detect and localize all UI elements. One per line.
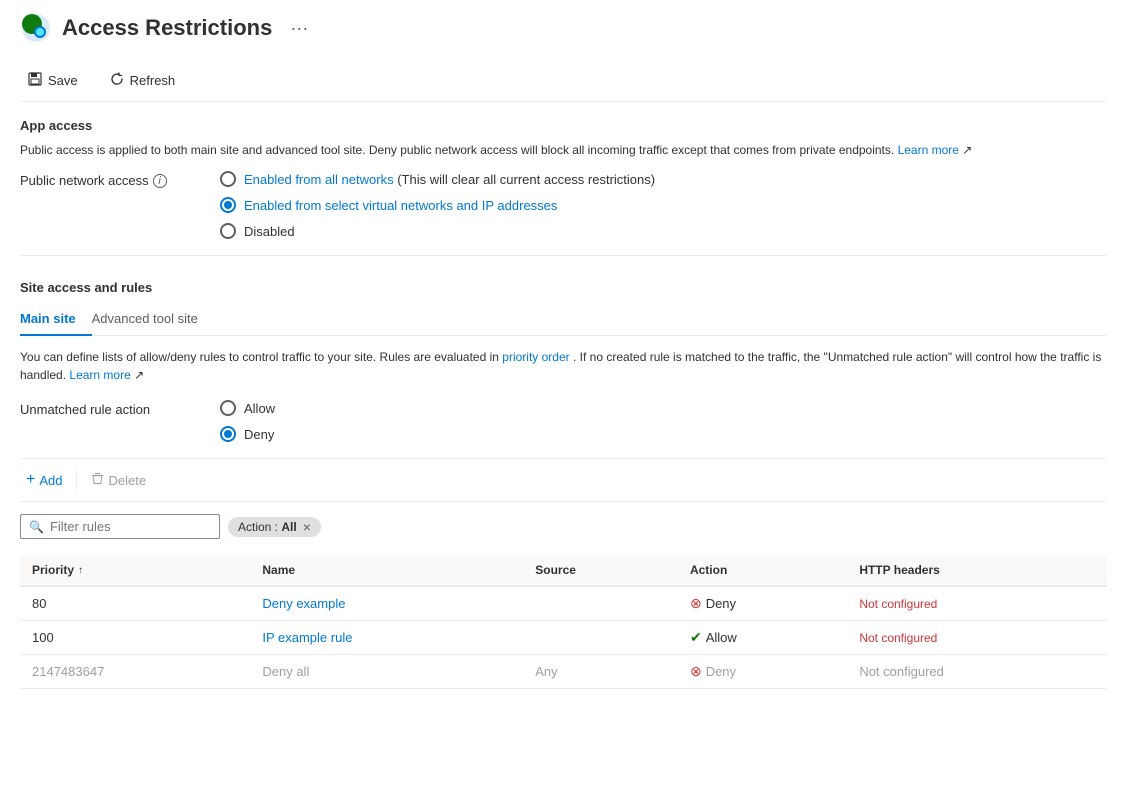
add-icon: + — [26, 471, 35, 489]
row1-source — [523, 586, 678, 621]
row1-action: ⊗ Deny — [678, 586, 847, 621]
action-filter-prefix: Action : All — [238, 520, 297, 534]
row3-name: Deny all — [250, 655, 523, 689]
radio-allow — [220, 400, 236, 416]
row2-priority: 100 — [20, 621, 250, 655]
public-network-field: Public network access i Enabled from all… — [20, 171, 1107, 239]
section-divider — [20, 255, 1107, 256]
row3-action: ⊗ Deny — [678, 655, 847, 689]
network-option-disabled[interactable]: Disabled — [220, 223, 655, 239]
network-option-all[interactable]: Enabled from all networks (This will cle… — [220, 171, 655, 187]
app-icon — [20, 12, 52, 44]
radio-select — [220, 197, 236, 213]
actions-separator — [76, 470, 77, 490]
tab-main-site[interactable]: Main site — [20, 303, 92, 336]
more-options-button[interactable]: ··· — [290, 18, 308, 39]
site-access-learn-more[interactable]: Learn more — [69, 368, 130, 382]
refresh-icon — [110, 72, 124, 89]
site-access-title: Site access and rules — [20, 280, 1107, 295]
table-row[interactable]: 2147483647 Deny all Any ⊗ Deny — [20, 655, 1107, 689]
col-name: Name — [250, 555, 523, 586]
radio-disabled — [220, 223, 236, 239]
row2-name-link[interactable]: IP example rule — [262, 630, 352, 645]
actions-bar: + Add Delete — [20, 458, 1107, 502]
filter-input-wrapper: 🔍 — [20, 514, 220, 539]
delete-button[interactable]: Delete — [85, 468, 152, 492]
unmatched-rule-options: Allow Deny — [220, 400, 275, 442]
network-option-select[interactable]: Enabled from select virtual networks and… — [220, 197, 655, 213]
row2-http-headers: Not configured — [847, 621, 1107, 655]
deny-icon-muted: ⊗ — [690, 663, 702, 680]
table-header-row: Priority ↑ Name Source Action HTTP he — [20, 555, 1107, 586]
page-title: Access Restrictions — [62, 15, 272, 41]
unmatched-deny[interactable]: Deny — [220, 426, 275, 442]
row1-name-link[interactable]: Deny example — [262, 596, 345, 611]
action-filter-close[interactable]: × — [303, 519, 311, 535]
unmatched-rule-label: Unmatched rule action — [20, 400, 200, 417]
row1-name: Deny example — [250, 586, 523, 621]
col-priority[interactable]: Priority ↑ — [20, 555, 250, 586]
deny-icon: ⊗ — [690, 595, 702, 612]
filter-bar: 🔍 Action : All × — [20, 514, 1107, 539]
row3-source: Any — [523, 655, 678, 689]
row2-action: ✔ Allow — [678, 621, 847, 655]
save-button[interactable]: Save — [20, 68, 86, 93]
save-label: Save — [48, 73, 78, 88]
filter-input[interactable] — [50, 519, 211, 534]
delete-icon — [91, 472, 104, 488]
app-access-info: Public access is applied to both main si… — [20, 141, 1107, 159]
add-button[interactable]: + Add — [20, 467, 68, 493]
unmatched-rule-field: Unmatched rule action Allow Deny — [20, 400, 1107, 442]
tab-advanced-tool-site[interactable]: Advanced tool site — [92, 303, 214, 336]
refresh-label: Refresh — [130, 73, 176, 88]
row3-priority: 2147483647 — [20, 655, 250, 689]
search-icon: 🔍 — [29, 520, 44, 534]
refresh-button[interactable]: Refresh — [102, 68, 184, 93]
row1-http-headers: Not configured — [847, 586, 1107, 621]
allow-icon: ✔ — [690, 629, 702, 646]
app-access-section: App access Public access is applied to b… — [20, 118, 1107, 239]
public-network-options: Enabled from all networks (This will cle… — [220, 171, 655, 239]
radio-all — [220, 171, 236, 187]
col-http-headers: HTTP headers — [847, 555, 1107, 586]
save-icon — [28, 72, 42, 89]
site-access-description: You can define lists of allow/deny rules… — [20, 348, 1107, 384]
toolbar: Save Refresh — [20, 60, 1107, 102]
public-network-info-icon[interactable]: i — [153, 174, 167, 188]
col-source: Source — [523, 555, 678, 586]
action-filter-tag: Action : All × — [228, 517, 321, 537]
col-action: Action — [678, 555, 847, 586]
radio-deny — [220, 426, 236, 442]
row1-priority: 80 — [20, 586, 250, 621]
unmatched-allow[interactable]: Allow — [220, 400, 275, 416]
app-access-title: App access — [20, 118, 1107, 133]
sort-arrow: ↑ — [78, 565, 83, 576]
table-row[interactable]: 80 Deny example ⊗ Deny Not configured — [20, 586, 1107, 621]
row2-source — [523, 621, 678, 655]
tabs-container: Main site Advanced tool site — [20, 303, 1107, 336]
row3-http-headers: Not configured — [847, 655, 1107, 689]
rules-table: Priority ↑ Name Source Action HTTP he — [20, 555, 1107, 689]
table-row[interactable]: 100 IP example rule ✔ Allow Not configur… — [20, 621, 1107, 655]
public-network-label: Public network access i — [20, 171, 200, 188]
app-access-learn-more[interactable]: Learn more — [898, 143, 959, 157]
site-access-section: Site access and rules Main site Advanced… — [20, 280, 1107, 689]
row2-name: IP example rule — [250, 621, 523, 655]
